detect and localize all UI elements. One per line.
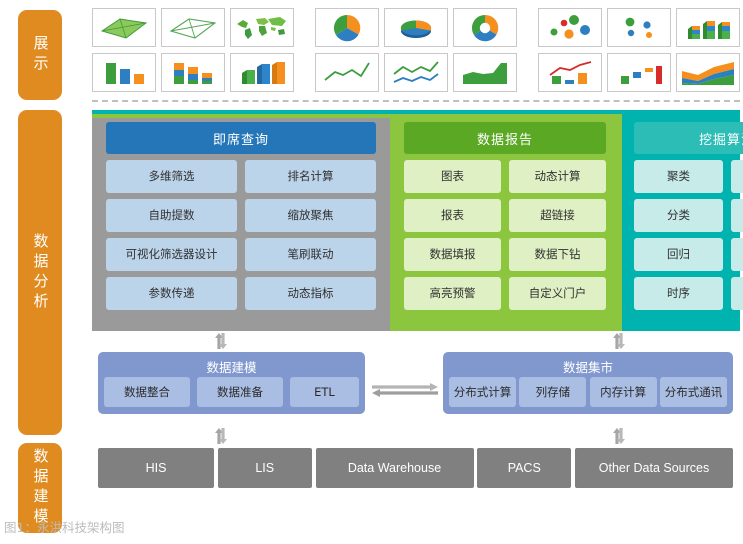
chart-group-pie-line-row-bottom: [315, 53, 517, 92]
bubble-chart-icon[interactable]: [538, 8, 602, 47]
stacked-area-chart-icon[interactable]: [676, 53, 740, 92]
sidebar-item-data-analysis-label: 数据分析: [31, 232, 50, 313]
data-source-pacs[interactable]: PACS: [477, 448, 572, 488]
box-data-mart-cells: 分布式计算 列存储 内存计算 分布式通讯: [449, 377, 727, 407]
sidebar-item-data-modeling-label: 数据建模: [31, 448, 50, 528]
feature-cell[interactable]: 缩放聚焦: [245, 199, 376, 232]
feature-cell[interactable]: 自助提数: [106, 199, 237, 232]
feature-cell[interactable]: 预测分析: [731, 199, 743, 232]
box-data-modeling-title: 数据建模: [206, 360, 257, 375]
pie-3d-chart-icon[interactable]: [384, 8, 448, 47]
feature-cell[interactable]: 报表: [404, 199, 501, 232]
stacked-bar-3d-chart-icon[interactable]: [676, 8, 740, 47]
scatter-chart-icon[interactable]: [607, 8, 671, 47]
double-headed-vertical-arrow-icon: [612, 333, 626, 349]
architecture-diagram: 展示 数据分析 数据建模 即席查询 多维筛选 排名计算 自助提数 缩放聚焦 可视…: [0, 0, 743, 544]
feature-cell[interactable]: 多维筛选: [106, 160, 237, 193]
feature-cell[interactable]: 高亮预警: [404, 277, 501, 310]
waterfall-chart-icon[interactable]: [607, 53, 671, 92]
analysis-layer-outer: 即席查询 多维筛选 排名计算 自助提数 缩放聚焦 可视化筛选器设计 笔刷联动 参…: [92, 110, 743, 331]
chart-group-geo-row-top: [92, 8, 294, 47]
data-source-row: HIS LIS Data Warehouse PACS Other Data S…: [98, 448, 733, 488]
panel-adhoc-query: 即席查询 多维筛选 排名计算 自助提数 缩放聚焦 可视化筛选器设计 笔刷联动 参…: [106, 122, 376, 316]
mart-cell[interactable]: 内存计算: [589, 377, 657, 407]
chart-group-geo-row-bottom: [92, 53, 294, 92]
double-headed-horizontal-arrow-icon: [372, 382, 438, 403]
feature-cell[interactable]: 数据下钻: [509, 238, 606, 271]
box-data-mart-title: 数据集市: [562, 360, 613, 375]
panel-adhoc-query-cells: 多维筛选 排名计算 自助提数 缩放聚焦 可视化筛选器设计 笔刷联动 参数传递 动…: [106, 160, 376, 316]
chart-group-pie-line: [315, 8, 517, 92]
multi-line-chart-icon[interactable]: [384, 53, 448, 92]
data-source-data-warehouse[interactable]: Data Warehouse: [315, 448, 474, 488]
modeling-cell[interactable]: ETL: [290, 377, 359, 407]
figure-caption: 图1：永洪科技架构图: [4, 520, 125, 535]
chart-group-geo: [92, 8, 294, 92]
donut-chart-icon[interactable]: [453, 8, 517, 47]
feature-cell[interactable]: 笔刷联动: [245, 238, 376, 271]
chart-type-gallery: [92, 8, 740, 92]
box-data-modeling-cells: 数据整合 数据准备 ETL: [104, 377, 359, 407]
modeling-cell[interactable]: 数据整合: [104, 377, 190, 407]
feature-cell[interactable]: 动态计算: [509, 160, 606, 193]
feature-cell[interactable]: 参数传递: [106, 277, 237, 310]
feature-cell[interactable]: 回归: [634, 238, 723, 271]
chart-group-scatter-combo-row-top: [538, 8, 740, 47]
panel-mining-algorithm-cells: 聚类 R集成扩展 分类 预测分析 回归 联动挖掘 时序 结果导出: [634, 160, 743, 316]
chart-group-pie-line-row-top: [315, 8, 517, 47]
feature-cell[interactable]: R集成扩展: [731, 160, 743, 193]
sidebar-item-display[interactable]: 展示: [18, 10, 62, 100]
feature-cell[interactable]: 分类: [634, 199, 723, 232]
stacked-bar-chart-icon[interactable]: [161, 53, 225, 92]
pie-chart-icon[interactable]: [315, 8, 379, 47]
feature-cell[interactable]: 图表: [404, 160, 501, 193]
data-source-other[interactable]: Other Data Sources: [575, 448, 733, 488]
radar-outline-chart-icon[interactable]: [161, 8, 225, 47]
box-data-modeling: 数据建模 数据整合 数据准备 ETL: [98, 352, 365, 414]
feature-cell[interactable]: 数据填报: [404, 238, 501, 271]
panel-data-report-title: 数据报告: [404, 122, 606, 154]
mart-cell[interactable]: 分布式计算: [449, 377, 516, 407]
data-source-his[interactable]: HIS: [98, 448, 214, 488]
panel-mining-algorithm-title: 挖掘算法: [634, 122, 743, 154]
feature-cell[interactable]: 时序: [634, 277, 723, 310]
double-headed-vertical-arrow-icon: [214, 428, 228, 444]
chart-group-scatter-combo-row-bottom: [538, 53, 740, 92]
radar-filled-chart-icon[interactable]: [92, 8, 156, 47]
panel-data-report: 数据报告 图表 动态计算 报表 超链接 数据填报 数据下钻 高亮预警 自定义门户: [404, 122, 606, 316]
double-headed-vertical-arrow-icon: [612, 428, 626, 444]
modeling-cell[interactable]: 数据准备: [197, 377, 283, 407]
feature-cell[interactable]: 超链接: [509, 199, 606, 232]
panel-adhoc-query-title: 即席查询: [106, 122, 376, 154]
double-headed-vertical-arrow-icon: [214, 333, 228, 349]
data-source-lis[interactable]: LIS: [217, 448, 312, 488]
bar-3d-chart-icon[interactable]: [230, 53, 294, 92]
sidebar-item-data-analysis[interactable]: 数据分析: [18, 110, 62, 435]
feature-cell[interactable]: 可视化筛选器设计: [106, 238, 237, 271]
panel-mining-algorithm: 挖掘算法 聚类 R集成扩展 分类 预测分析 回归 联动挖掘 时序 结果导出: [634, 122, 743, 316]
mart-cell[interactable]: 列存储: [519, 377, 587, 407]
feature-cell[interactable]: 联动挖掘: [731, 238, 743, 271]
chart-group-scatter-combo: [538, 8, 740, 92]
panel-data-report-cells: 图表 动态计算 报表 超链接 数据填报 数据下钻 高亮预警 自定义门户: [404, 160, 606, 316]
mart-cell[interactable]: 分布式通讯: [659, 377, 727, 407]
combo-bar-line-chart-icon[interactable]: [538, 53, 602, 92]
feature-cell[interactable]: 动态指标: [245, 277, 376, 310]
bar-chart-icon[interactable]: [92, 53, 156, 92]
section-divider: [92, 100, 740, 102]
feature-cell[interactable]: 结果导出: [731, 277, 743, 310]
feature-cell[interactable]: 聚类: [634, 160, 723, 193]
area-chart-icon[interactable]: [453, 53, 517, 92]
world-map-chart-icon[interactable]: [230, 8, 294, 47]
feature-cell[interactable]: 自定义门户: [509, 277, 606, 310]
line-chart-icon[interactable]: [315, 53, 379, 92]
box-data-mart: 数据集市 分布式计算 列存储 内存计算 分布式通讯: [443, 352, 733, 414]
feature-cell[interactable]: 排名计算: [245, 160, 376, 193]
sidebar-item-display-label: 展示: [31, 35, 50, 75]
